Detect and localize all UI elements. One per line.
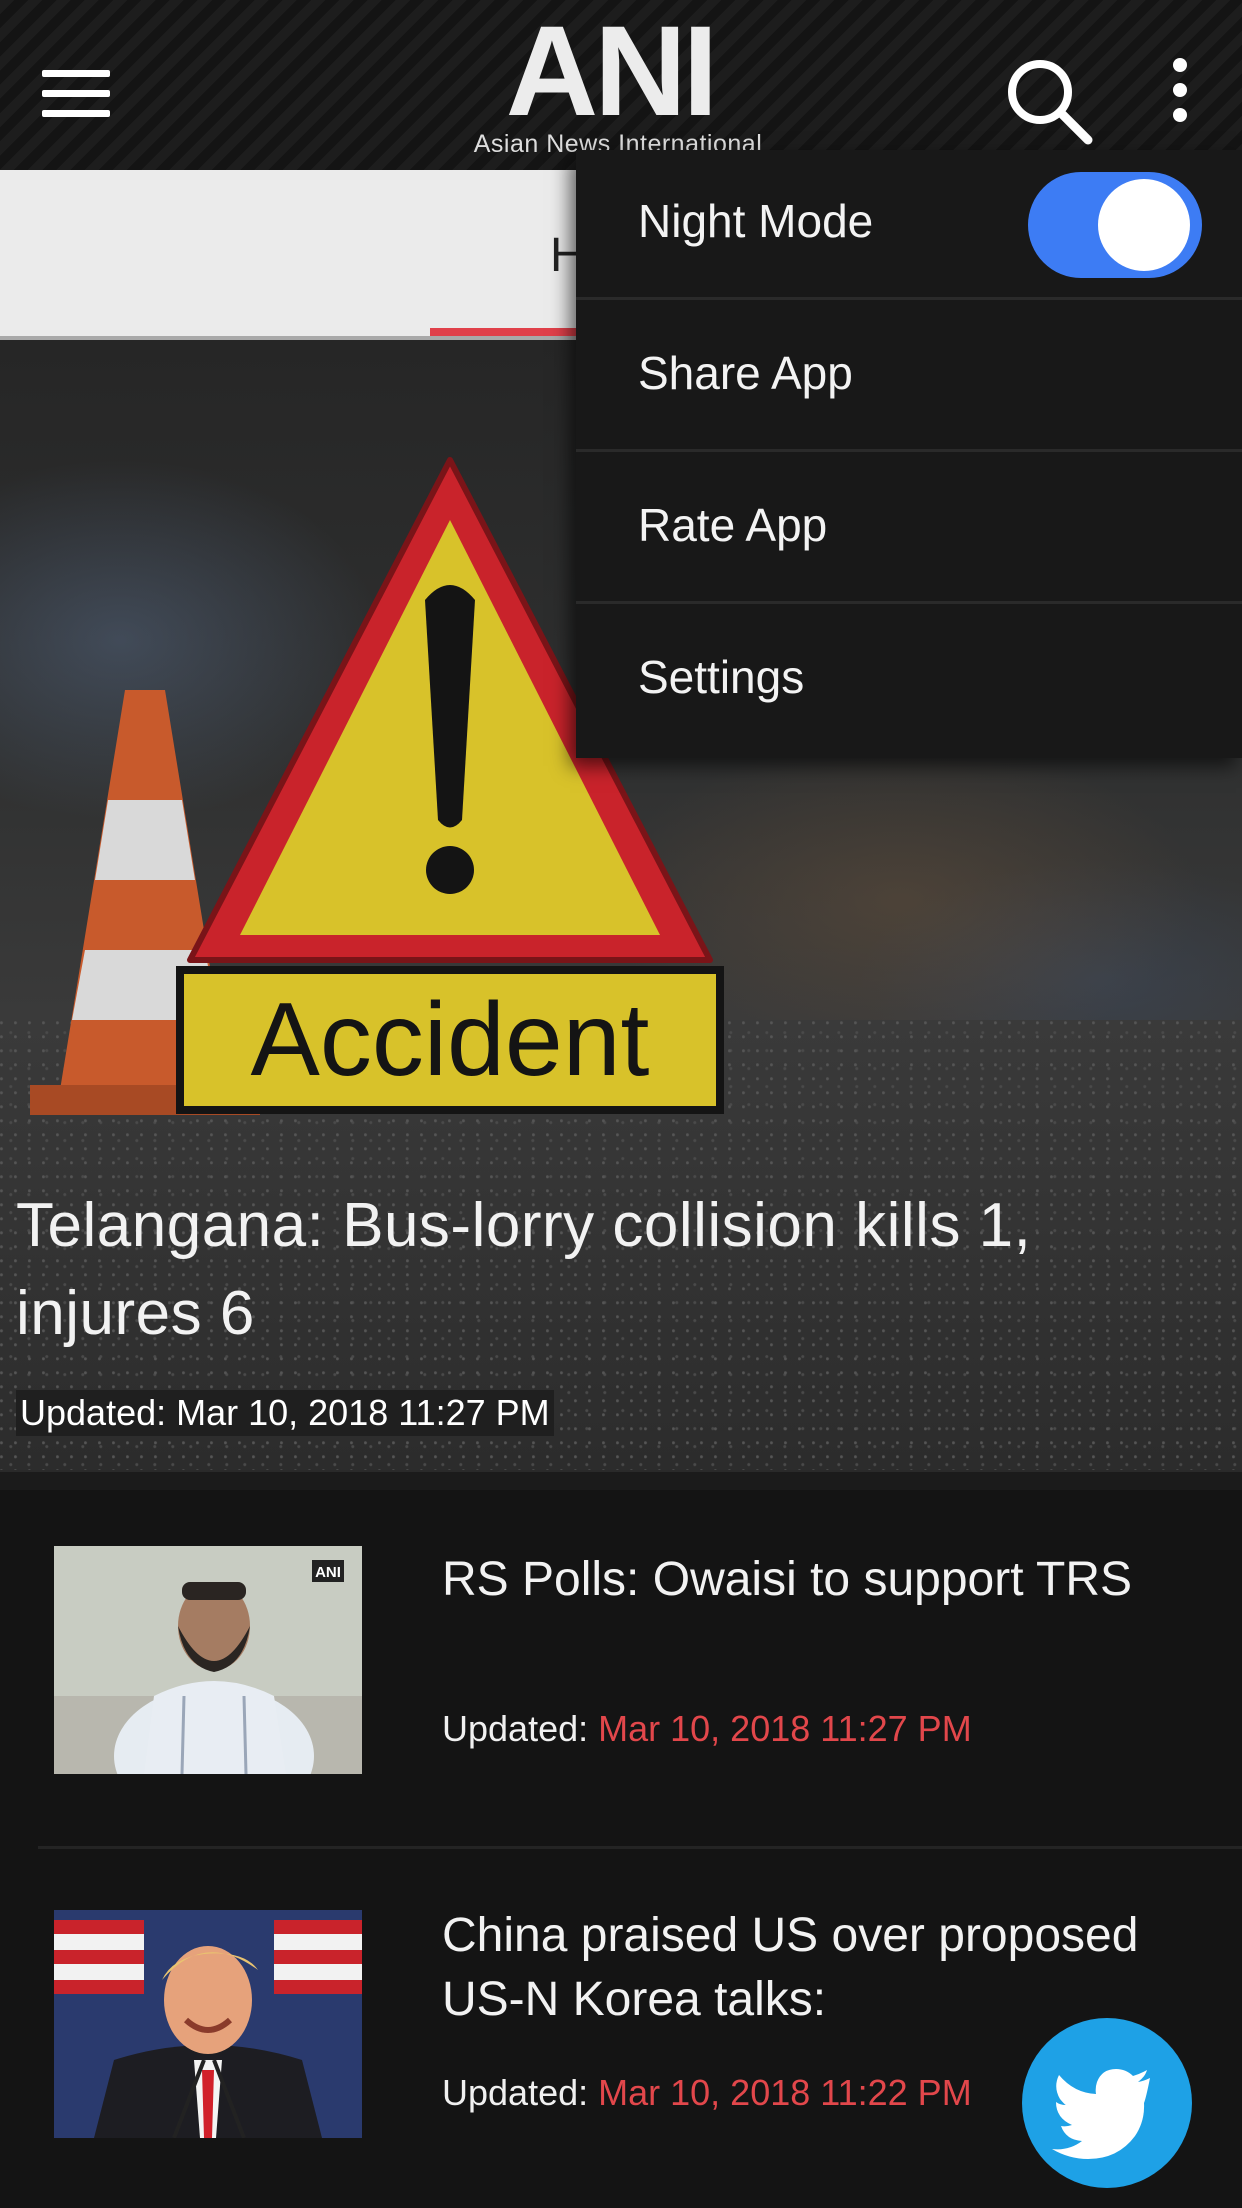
search-icon[interactable]	[1000, 52, 1096, 148]
twitter-icon	[1052, 2069, 1150, 2159]
list-divider	[38, 1846, 1242, 1849]
updated-label: Updated:	[442, 2072, 599, 2113]
featured-headline[interactable]: Telangana: Bus-lorry collision kills 1, …	[16, 1182, 1226, 1358]
article-headline[interactable]: RS Polls: Owaisi to support TRS	[442, 1548, 1202, 1612]
night-mode-toggle[interactable]	[1028, 172, 1202, 278]
share-app-label: Share App	[638, 347, 853, 399]
thumb-badge: ANI	[315, 1564, 341, 1581]
logo-text: ANI	[505, 0, 718, 143]
hamburger-icon[interactable]	[38, 66, 118, 122]
menu-item-rate-app[interactable]: Rate App	[576, 454, 1242, 604]
app-bar: ANI Asian News International	[0, 0, 1242, 170]
article-updated: Updated: Mar 10, 2018 11:27 PM	[442, 1708, 972, 1750]
night-mode-label: Night Mode	[638, 195, 874, 247]
article-updated: Updated: Mar 10, 2018 11:22 PM	[442, 2072, 972, 2114]
updated-label: Updated:	[442, 1708, 599, 1749]
app-logo: ANI Asian News International	[430, 8, 830, 168]
tab-active-indicator	[430, 328, 590, 336]
toggle-knob	[1098, 179, 1190, 271]
rate-app-label: Rate App	[638, 499, 828, 551]
twitter-share-button[interactable]	[1022, 2018, 1192, 2188]
settings-label: Settings	[638, 651, 805, 703]
overflow-menu: Night Mode Share App Rate App Settings	[576, 150, 1242, 758]
updated-date: Mar 10, 2018 11:27 PM	[598, 1708, 972, 1749]
menu-item-night-mode[interactable]: Night Mode	[576, 150, 1242, 300]
more-vert-icon[interactable]	[1160, 58, 1200, 138]
menu-item-settings[interactable]: Settings	[576, 606, 1242, 756]
article-headline[interactable]: China praised US over proposed US-N Kore…	[442, 1904, 1202, 2032]
article-thumbnail	[54, 1910, 362, 2138]
list-item[interactable]: ANI RS Polls: Owaisi to support TRS Upda…	[0, 1500, 1242, 1840]
updated-date: Mar 10, 2018 11:22 PM	[598, 2072, 972, 2113]
featured-updated-time: Updated: Mar 10, 2018 11:27 PM	[16, 1390, 554, 1436]
section-divider	[0, 1470, 1242, 1490]
sign-text: Accident	[251, 982, 650, 1098]
article-thumbnail: ANI	[54, 1546, 362, 1774]
menu-item-share-app[interactable]: Share App	[576, 302, 1242, 452]
